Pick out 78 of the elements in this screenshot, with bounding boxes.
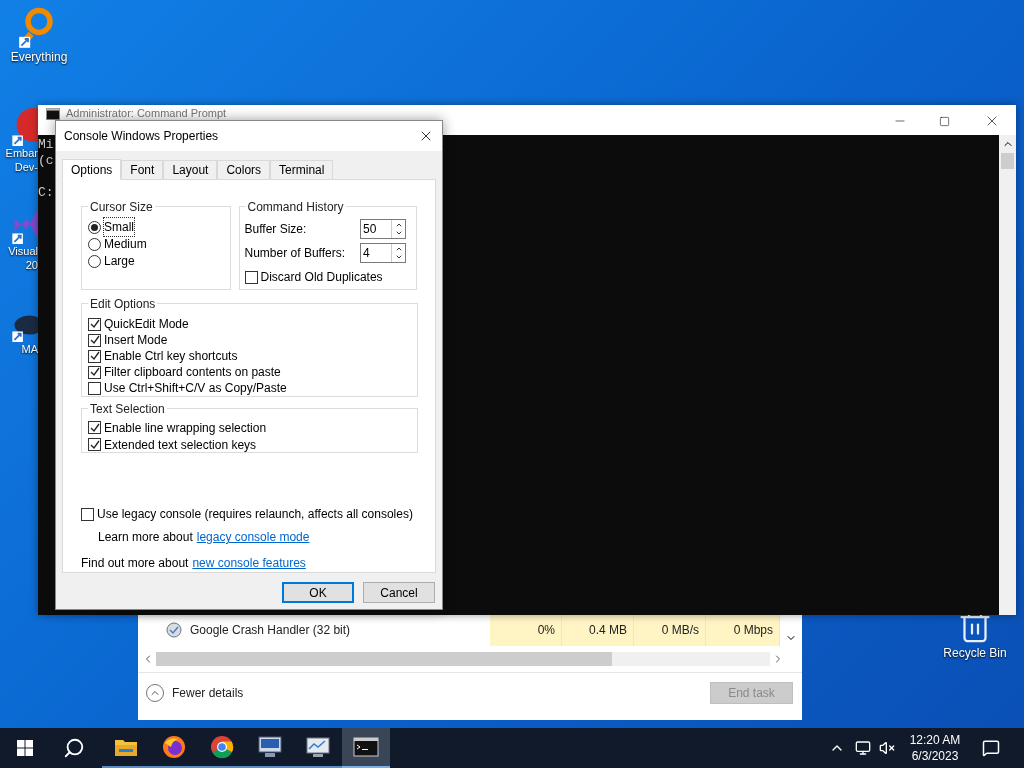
radio-button[interactable]: [88, 237, 101, 251]
icon-label: Recycle Bin: [943, 645, 1007, 662]
tab[interactable]: Layout: [163, 160, 218, 179]
icon-label: 20: [25, 258, 38, 272]
checkbox-label: QuickEdit Mode: [104, 316, 189, 333]
search-icon[interactable]: [63, 737, 85, 759]
checkbox-label: Enable Ctrl key shortcuts: [104, 348, 238, 365]
terminal-icon[interactable]: [353, 737, 379, 757]
icon-label: Embar: [5, 146, 38, 160]
network-icon[interactable]: [855, 740, 871, 756]
field-label: Number of Buffers:: [244, 245, 346, 262]
checkbox-label: Use legacy console (requires relaunch, affects all consoles): [97, 506, 413, 523]
field-label: Buffer Size:: [244, 221, 307, 238]
option-label: Small: [104, 218, 134, 236]
browser-icon[interactable]: [210, 735, 234, 759]
help-text: Find out more about: [81, 555, 189, 572]
taskbar-button[interactable]: [342, 728, 390, 768]
console-text: Mi: [38, 137, 54, 153]
table-cell: 0 Mbps: [706, 614, 780, 646]
checkbox-label: Insert Mode: [104, 332, 168, 349]
checkbox-label: Filter clipboard contents on paste: [104, 364, 281, 381]
monitor-icon[interactable]: [305, 735, 331, 759]
window-title: Administrator: Command Prompt: [66, 107, 227, 120]
scrollbar-thumb[interactable]: [156, 652, 612, 666]
notifications-icon[interactable]: [982, 739, 1000, 757]
table-cell: 0 MB/s: [634, 614, 706, 646]
checkbox[interactable]: [88, 438, 101, 451]
checkbox-label: Extended text selection keys: [104, 436, 257, 454]
checkbox[interactable]: [88, 421, 101, 434]
shortcut-icon: [12, 206, 38, 244]
option-label: Medium: [104, 236, 147, 253]
icon-label: MA: [21, 342, 38, 356]
process-name[interactable]: Google Crash Handler (32 bit): [190, 621, 490, 639]
number-spinner[interactable]: 50: [360, 219, 406, 239]
radio-button[interactable]: [88, 254, 101, 268]
icon-label: Dev-: [14, 160, 38, 174]
option-label: Large: [104, 253, 135, 270]
console-text: C:: [38, 185, 54, 201]
checkbox-label: Enable line wrapping selection: [104, 419, 267, 437]
checkbox[interactable]: [88, 349, 101, 363]
checkbox-label: Use Ctrl+Shift+C/V as Copy/Paste: [104, 380, 287, 397]
clock-date[interactable]: 6/3/2023: [911, 748, 959, 764]
legacy-console-link[interactable]: legacy console mode: [196, 528, 310, 546]
table-cell: 0%: [490, 614, 562, 646]
tab[interactable]: Terminal: [270, 160, 334, 179]
windows-logo-icon[interactable]: [17, 740, 33, 756]
monitor-icon[interactable]: [257, 735, 283, 759]
checkbox[interactable]: [88, 317, 101, 331]
console-features-link[interactable]: new console features: [192, 554, 306, 572]
dialog-button[interactable]: OK: [282, 582, 354, 603]
tab[interactable]: Options: [62, 159, 122, 180]
checkbox-label: Discard Old Duplicates: [260, 269, 383, 286]
checkbox[interactable]: [88, 365, 101, 379]
browser-icon[interactable]: [162, 735, 186, 759]
table-cell: 0.4 MB: [562, 614, 634, 646]
tab[interactable]: Font: [121, 160, 164, 179]
checkbox[interactable]: [81, 507, 94, 521]
checkbox[interactable]: [244, 270, 258, 284]
checkbox[interactable]: [88, 333, 101, 347]
number-spinner[interactable]: 4: [360, 243, 406, 263]
console-text: (c: [38, 153, 54, 169]
help-text: Learn more about: [98, 529, 193, 546]
spinner-value: 50: [362, 221, 378, 238]
clock-time[interactable]: 12:20 AM: [909, 732, 961, 748]
muted-speaker-icon[interactable]: [879, 740, 895, 756]
fewer-details-link[interactable]: Fewer details: [172, 683, 244, 702]
scrollbar-thumb[interactable]: [1001, 153, 1014, 169]
dialog-button[interactable]: Cancel: [363, 582, 435, 603]
icon-label: Visual: [8, 244, 38, 258]
checkbox[interactable]: [88, 381, 101, 395]
maximize-icon[interactable]: [939, 115, 950, 127]
dialog-title: Console Windows Properties: [64, 128, 219, 145]
icon-label: Everything: [10, 50, 68, 65]
folder-icon[interactable]: [114, 737, 138, 757]
app-icon: [165, 621, 183, 639]
spinner-value: 4: [362, 245, 371, 262]
radio-button[interactable]: [88, 220, 101, 234]
tab[interactable]: Colors: [217, 160, 271, 179]
